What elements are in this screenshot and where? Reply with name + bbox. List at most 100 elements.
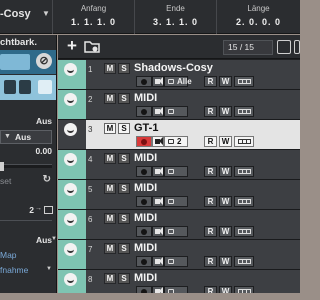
end-value[interactable]: 3. 1. 1. 0 [135,17,216,27]
lanes-button[interactable] [234,196,254,207]
record-enable-button[interactable] [136,226,152,237]
track-row[interactable]: 2 M S MIDI R W [58,90,300,120]
read-automation-button[interactable]: R [204,136,217,147]
lanes-button[interactable] [234,76,254,87]
monitor-button[interactable] [152,196,164,207]
record-enable-button[interactable] [136,106,152,117]
channel-selector[interactable] [164,226,188,237]
lanes-button[interactable] [234,226,254,237]
write-automation-button[interactable]: W [219,196,232,207]
home-icon[interactable] [277,40,291,54]
monitor-button[interactable] [152,256,164,267]
length-value[interactable]: 2. 0. 0. 0 [217,17,300,27]
read-automation-button[interactable]: R [204,256,217,267]
reset-icon[interactable]: ↻ [43,174,51,185]
record-enable-button[interactable] [136,256,152,267]
disable-track-icon[interactable]: ⊘ [36,53,52,69]
output-label[interactable]: Aus [36,116,52,126]
arrow-right-icon[interactable]: → [35,205,42,212]
monitor-button[interactable] [4,80,16,94]
track-row[interactable]: 3 M S GT-1 2 R W [58,120,300,150]
inspector-track-title[interactable]: chtbark. [0,35,56,50]
solo-button[interactable]: S [118,93,130,104]
lanes-button[interactable] [234,166,254,177]
track-name[interactable]: Shadows-Cosy [134,62,213,74]
mute-button[interactable]: M [104,183,116,194]
track-name[interactable]: GT-1 [134,122,158,134]
solo-button[interactable]: S [118,153,130,164]
write-automation-button[interactable]: W [219,226,232,237]
volume-value[interactable]: 0.00 [35,146,52,156]
channel-selector[interactable] [164,166,188,177]
lanes-button[interactable] [234,256,254,267]
mute-button[interactable]: M [104,153,116,164]
monitor-button[interactable] [152,226,164,237]
mute-button[interactable]: M [104,213,116,224]
monitor-button[interactable] [152,136,164,147]
reset-label[interactable]: set [0,176,11,186]
monitor-button[interactable] [152,76,164,87]
expand-icon[interactable] [38,80,52,94]
add-track-icon[interactable]: + [64,37,80,54]
mute-button[interactable]: M [104,243,116,254]
settings-icon[interactable] [294,40,300,54]
map-label[interactable]: Map [0,250,17,260]
channel-value[interactable]: 2 [29,205,34,215]
chevron-down-icon[interactable]: ▼ [51,236,56,242]
mute-button[interactable]: M [104,93,116,104]
track-row[interactable]: 6 M S MIDI R W [58,210,300,240]
track-row[interactable]: 5 M S MIDI R W [58,180,300,210]
write-automation-button[interactable]: W [219,106,232,117]
solo-button[interactable]: S [118,213,130,224]
track-row[interactable]: 1 M S Shadows-Cosy Alle R W [58,60,300,90]
length-position[interactable]: Länge 2. 0. 0. 0 [216,0,300,34]
output2-label[interactable]: Aus [36,235,52,245]
lanes-button[interactable] [234,106,254,117]
folder-icon[interactable] [84,40,100,53]
write-automation-button[interactable]: W [219,166,232,177]
mute-button[interactable]: M [104,273,116,284]
end-position[interactable]: Ende 3. 1. 1. 0 [134,0,216,34]
read-automation-button[interactable]: R [204,226,217,237]
track-name[interactable]: MIDI [134,212,157,224]
read-automation-button[interactable]: R [204,196,217,207]
solo-button[interactable]: S [118,273,130,284]
solo-button[interactable]: S [118,123,130,134]
record-button[interactable] [19,80,31,94]
write-automation-button[interactable]: W [219,76,232,87]
start-position[interactable]: Anfang 1. 1. 1. 0 [52,0,134,34]
lanes-button[interactable] [234,136,254,147]
track-row[interactable]: 4 M S MIDI R W [58,150,300,180]
track-name[interactable]: MIDI [134,182,157,194]
record-enable-button[interactable] [136,136,152,147]
track-name[interactable]: MIDI [134,242,157,254]
keyboard-icon[interactable] [44,206,53,214]
aus-selector[interactable]: ▼ Aus [0,130,52,144]
slider-knob[interactable] [0,162,4,171]
track-name[interactable]: MIDI [134,92,157,104]
solo-button[interactable]: S [118,63,130,74]
inspector-track-strip[interactable]: ⊘ [0,50,56,74]
record-enable-button[interactable] [136,196,152,207]
channel-selector[interactable] [164,196,188,207]
mute-button[interactable]: M [104,123,116,134]
channel-selector[interactable]: 2 [164,136,188,147]
chevron-down-icon[interactable]: ▼ [46,266,52,272]
write-automation-button[interactable]: W [219,136,232,147]
solo-button[interactable]: S [118,183,130,194]
track-name[interactable]: MIDI [134,272,157,284]
channel-selector[interactable] [164,256,188,267]
monitor-button[interactable] [152,166,164,177]
read-automation-button[interactable]: R [204,76,217,87]
record-mode-label[interactable]: fnahme [0,265,28,275]
read-automation-button[interactable]: R [204,106,217,117]
volume-slider[interactable] [0,162,52,171]
record-enable-button[interactable] [136,76,152,87]
write-automation-button[interactable]: W [219,256,232,267]
track-name[interactable]: MIDI [134,152,157,164]
read-automation-button[interactable]: R [204,166,217,177]
monitor-button[interactable] [152,106,164,117]
solo-button[interactable]: S [118,243,130,254]
track-row[interactable]: 7 M S MIDI R W [58,240,300,270]
channel-selector[interactable] [164,106,188,117]
